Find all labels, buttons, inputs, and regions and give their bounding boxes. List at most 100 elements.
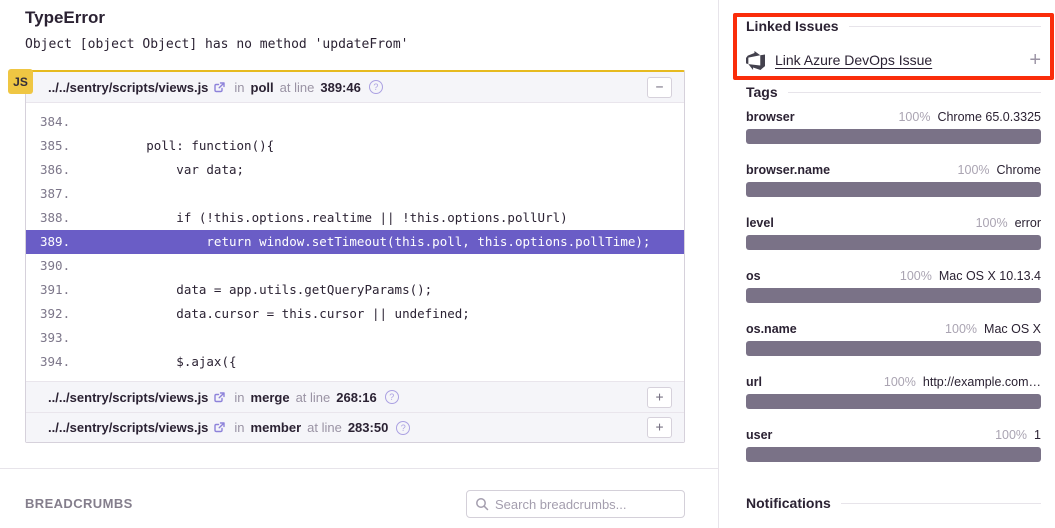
tag-head: browser100%Chrome 65.0.3325 bbox=[746, 110, 1041, 124]
tag-head: os100%Mac OS X 10.13.4 bbox=[746, 269, 1041, 283]
linked-issues-title: Linked Issues bbox=[746, 18, 839, 34]
tag-head: os.name 100% Mac OS X bbox=[746, 322, 1041, 336]
notifications-heading: Notifications bbox=[746, 495, 1041, 511]
frame-function-name: merge bbox=[251, 390, 290, 405]
issue-sidebar: Linked Issues Link Azure DevOps Issue + … bbox=[718, 0, 1055, 528]
tag-distribution-bar[interactable] bbox=[746, 288, 1041, 303]
external-link-icon[interactable] bbox=[213, 421, 226, 434]
code-line-386: 386. var data; bbox=[26, 158, 684, 182]
tag-value: error bbox=[1015, 216, 1041, 230]
code-line-388: 388. if (!this.options.realtime || !this… bbox=[26, 206, 684, 230]
tag-head: browser.name100%Chrome bbox=[746, 163, 1041, 177]
tag-row-user: user 100% 1 bbox=[746, 428, 1041, 462]
tag-value: Mac OS X bbox=[984, 322, 1041, 336]
frame-filename: ../../sentry/scripts/views.js bbox=[48, 80, 208, 95]
link-azure-devops-issue-link[interactable]: Link Azure DevOps Issue bbox=[775, 52, 932, 68]
error-message: Object [object Object] has no method 'up… bbox=[25, 37, 409, 52]
tag-summary: 100%Chrome bbox=[958, 163, 1041, 177]
frame-atline-label: at line bbox=[296, 390, 331, 405]
stack-frame-header-poll: ../../sentry/scripts/views.js in poll at… bbox=[26, 72, 684, 102]
heading-rule bbox=[849, 26, 1041, 27]
tag-percent: 100% bbox=[898, 110, 930, 124]
frame-line-number: 283:50 bbox=[348, 420, 388, 435]
tag-percent: 100% bbox=[884, 375, 916, 389]
platform-js-badge: JS bbox=[8, 69, 33, 94]
line-number: 389. bbox=[26, 230, 86, 254]
external-link-icon[interactable] bbox=[213, 81, 226, 94]
breadcrumbs-search[interactable] bbox=[466, 490, 685, 518]
tag-key: os bbox=[746, 269, 761, 283]
section-divider bbox=[0, 468, 718, 469]
code-line-389: 389. return window.setTimeout(this.poll,… bbox=[26, 230, 684, 254]
tag-distribution-bar[interactable] bbox=[746, 394, 1041, 409]
frame-filename: ../../sentry/scripts/views.js bbox=[48, 390, 208, 405]
tag-distribution-bar[interactable] bbox=[746, 235, 1041, 250]
help-icon[interactable]: ? bbox=[396, 421, 410, 435]
line-number: 387. bbox=[26, 182, 86, 206]
external-link-icon[interactable] bbox=[213, 391, 226, 404]
code-text: poll: function(){ bbox=[86, 138, 274, 153]
tag-row-os: os100%Mac OS X 10.13.4 bbox=[746, 269, 1041, 303]
tag-value: Chrome bbox=[997, 163, 1041, 177]
code-lines: 384.385. poll: function(){386. var data;… bbox=[26, 110, 684, 374]
linked-issues-heading: Linked Issues bbox=[746, 18, 1041, 34]
frame-atline-label: at line bbox=[307, 420, 342, 435]
tag-distribution-bar[interactable] bbox=[746, 129, 1041, 144]
sidebar-content: Linked Issues Link Azure DevOps Issue + … bbox=[746, 0, 1041, 528]
line-number: 394. bbox=[26, 350, 86, 374]
tag-head: level 100% error bbox=[746, 216, 1041, 230]
code-line-391: 391. data = app.utils.getQueryParams(); bbox=[26, 278, 684, 302]
tags-list: browser100%Chrome 65.0.3325browser.name1… bbox=[746, 110, 1041, 481]
frame-in-label: in bbox=[234, 390, 244, 405]
help-icon[interactable]: ? bbox=[385, 390, 399, 404]
collapse-frame-button[interactable]: − bbox=[647, 77, 672, 98]
code-text: if (!this.options.realtime || !this.opti… bbox=[86, 210, 568, 225]
line-number: 391. bbox=[26, 278, 86, 302]
code-line-394: 394. $.ajax({ bbox=[26, 350, 684, 374]
tag-row-os.name: os.name 100% Mac OS X bbox=[746, 322, 1041, 356]
tags-heading: Tags bbox=[746, 84, 1041, 100]
tag-distribution-bar[interactable] bbox=[746, 182, 1041, 197]
code-line-385: 385. poll: function(){ bbox=[26, 134, 684, 158]
code-line-393: 393. bbox=[26, 326, 684, 350]
code-text: $.ajax({ bbox=[86, 354, 237, 369]
tag-value: http://example.com… bbox=[923, 375, 1041, 389]
tag-percent: 100% bbox=[976, 216, 1008, 230]
tag-row-level: level 100% error bbox=[746, 216, 1041, 250]
notifications-title: Notifications bbox=[746, 495, 831, 511]
code-text: var data; bbox=[86, 162, 244, 177]
tag-key: browser bbox=[746, 110, 795, 124]
tag-row-url: url100%http://example.com… bbox=[746, 375, 1041, 409]
add-linked-issue-button[interactable]: + bbox=[1029, 50, 1041, 70]
code-line-384: 384. bbox=[26, 110, 684, 134]
search-input[interactable] bbox=[495, 497, 676, 512]
heading-rule bbox=[841, 503, 1041, 504]
line-number: 385. bbox=[26, 134, 86, 158]
frame-function-name: poll bbox=[251, 80, 274, 95]
frame-function-name: member bbox=[251, 420, 302, 435]
tag-percent: 100% bbox=[945, 322, 977, 336]
code-line-392: 392. data.cursor = this.cursor || undefi… bbox=[26, 302, 684, 326]
heading-rule bbox=[788, 92, 1041, 93]
tag-percent: 100% bbox=[995, 428, 1027, 442]
stack-frame-header-member: ../../sentry/scripts/views.js in member … bbox=[26, 412, 684, 442]
code-text: data.cursor = this.cursor || undefined; bbox=[86, 306, 470, 321]
tag-value: 1 bbox=[1034, 428, 1041, 442]
tag-distribution-bar[interactable] bbox=[746, 447, 1041, 462]
code-text: return window.setTimeout(this.poll, this… bbox=[86, 234, 650, 249]
help-icon[interactable]: ? bbox=[369, 80, 383, 94]
tag-key: level bbox=[746, 216, 774, 230]
expand-frame-button[interactable]: + bbox=[647, 387, 672, 408]
tags-title: Tags bbox=[746, 84, 778, 100]
tag-key: user bbox=[746, 428, 772, 442]
frame-atline-label: at line bbox=[280, 80, 315, 95]
line-number: 393. bbox=[26, 326, 86, 350]
tag-key: os.name bbox=[746, 322, 797, 336]
tag-summary: 100% Mac OS X bbox=[945, 322, 1041, 336]
tag-distribution-bar[interactable] bbox=[746, 341, 1041, 356]
frame-in-label: in bbox=[234, 80, 244, 95]
line-number: 392. bbox=[26, 302, 86, 326]
expand-frame-button[interactable]: + bbox=[647, 417, 672, 438]
frame-in-label: in bbox=[234, 420, 244, 435]
tag-row-browser: browser100%Chrome 65.0.3325 bbox=[746, 110, 1041, 144]
